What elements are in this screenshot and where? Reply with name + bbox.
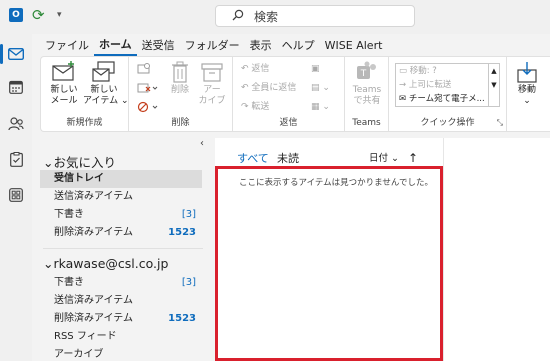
forward-icon: ↷ [241, 102, 249, 112]
outlook-app-icon: O [9, 8, 23, 22]
reply-button[interactable]: ↶ 返信 [241, 62, 269, 76]
group-quick-steps: クイック操作 ⤡ [389, 57, 507, 131]
group-quick-label: クイック操作 [420, 118, 475, 128]
folder-sent[interactable]: 送信済みアイテム [40, 188, 202, 206]
account-folder-rss[interactable]: RSS フィード [40, 328, 202, 346]
group-reply: ↶ 返信 ↶ 全員に返信 ↷ 転送 ▣ ▤ ⌄ ▦ ⌄ 返信 [233, 57, 345, 131]
people-icon[interactable] [0, 108, 32, 140]
search-placeholder: 検索 [254, 10, 279, 24]
folder-deleted[interactable]: 削除済みアイテム 1523 [40, 224, 202, 242]
sort-by-date-dropdown[interactable]: 日付 ⌄ [369, 152, 399, 166]
ignore-icon[interactable] [137, 63, 151, 80]
tasks-icon[interactable] [0, 143, 32, 175]
mail-icon[interactable] [0, 38, 32, 70]
account-folder-sent[interactable]: 送信済みアイテム [40, 292, 202, 310]
more-reply-icon[interactable]: ▦ ⌄ [311, 100, 330, 114]
filter-all-tab[interactable]: すべて [237, 152, 269, 166]
delete-button[interactable]: 削除 [167, 61, 193, 96]
reply-icon: ↶ [241, 64, 249, 74]
archive-button[interactable]: アー カイブ [195, 61, 229, 107]
sync-icon[interactable]: ⟳ [32, 6, 45, 24]
tab-send-receive[interactable]: 送受信 [137, 36, 180, 56]
drafts-count: [3] [181, 209, 196, 220]
account-folder-drafts[interactable]: 下書き [3] [40, 274, 202, 292]
teams-icon: T [357, 61, 376, 79]
account-folder-archive[interactable]: アーカイブ [40, 346, 202, 361]
new-mail-button[interactable]: 新しい メール [49, 61, 79, 107]
group-new-label: 新規作成 [66, 118, 103, 128]
deleted-count: 1523 [168, 227, 196, 238]
forward-button[interactable]: ↷ 転送 [241, 100, 269, 114]
calendar-icon[interactable] [0, 71, 32, 103]
tab-view[interactable]: 表示 [245, 36, 277, 56]
folder-drafts[interactable]: 下書き [3] [40, 206, 202, 224]
group-reply-label: 返信 [279, 118, 298, 128]
group-delete-label: 削除 [171, 118, 190, 128]
tab-folder[interactable]: フォルダー [180, 36, 245, 56]
archive-icon [201, 63, 223, 82]
svg-text:T: T [360, 69, 367, 79]
reply-all-icon: ↶ [241, 83, 249, 93]
tab-help[interactable]: ヘルプ [277, 36, 320, 56]
cleanup-icon[interactable] [137, 82, 159, 99]
ribbon-tabs: ファイル ホーム 送受信 フォルダー 表示 ヘルプ WISE Alert [40, 36, 387, 56]
trash-icon [172, 61, 188, 83]
move-button[interactable]: 移動 ⌄ [511, 61, 543, 107]
search-icon [232, 9, 244, 21]
share-to-teams-button[interactable]: T Teams で共有 [349, 61, 385, 107]
apps-icon[interactable] [0, 179, 32, 211]
collapse-pane-icon[interactable]: ‹ [200, 138, 204, 149]
search-input[interactable]: 検索 [215, 5, 415, 27]
favorites-header[interactable]: ⌄お気に入り [43, 152, 116, 171]
account-deleted-count: 1523 [168, 313, 196, 324]
account-folder-deleted[interactable]: 削除済みアイテム 1523 [40, 310, 202, 328]
account-header[interactable]: ⌄rkawase@csl.co.jp [43, 256, 168, 271]
highlight-box [215, 166, 443, 361]
new-items-button[interactable]: 新しい アイテム ⌄ [83, 61, 129, 107]
reply-all-button[interactable]: ↶ 全員に返信 [241, 81, 296, 95]
move-icon [517, 62, 537, 83]
group-delete: 削除 アー カイブ 削除 [129, 57, 233, 131]
ribbon: 新しい メール 新しい アイテム ⌄ 新規作成 削除 アー カイブ 削除 ↶ 返… [40, 56, 550, 132]
tab-home[interactable]: ホーム [94, 36, 137, 56]
dialog-launcher-icon[interactable]: ⤡ [497, 118, 503, 128]
account-drafts-count: [3] [181, 277, 196, 288]
filter-unread-tab[interactable]: 未読 [277, 152, 299, 166]
group-new: 新しい メール 新しい アイテム ⌄ 新規作成 [41, 57, 129, 131]
folder-pane: ‹ ⌄お気に入り 受信トレイ 送信済みアイテム 下書き [3] 削除済みアイテム 1… [40, 138, 207, 361]
new-mail-icon [52, 61, 74, 81]
folder-inbox[interactable]: 受信トレイ [40, 170, 202, 188]
tab-wise-alert[interactable]: WISE Alert [320, 36, 388, 56]
group-teams-label: Teams [352, 118, 381, 128]
reading-pane [443, 138, 550, 361]
tab-file[interactable]: ファイル [40, 36, 94, 56]
folder-divider [43, 248, 203, 249]
app-rail [0, 34, 32, 361]
meeting-reply-icon[interactable]: ▣ [311, 62, 320, 76]
im-reply-icon[interactable]: ▤ ⌄ [311, 81, 330, 95]
group-teams: T Teams で共有 Teams [345, 57, 389, 131]
quick-access-dropdown-icon[interactable]: ▾ [57, 9, 62, 21]
new-items-icon [92, 61, 115, 82]
title-bar: O ⟳ ▾ 検索 [0, 0, 550, 34]
sort-direction-icon[interactable]: ↑ [408, 150, 418, 166]
